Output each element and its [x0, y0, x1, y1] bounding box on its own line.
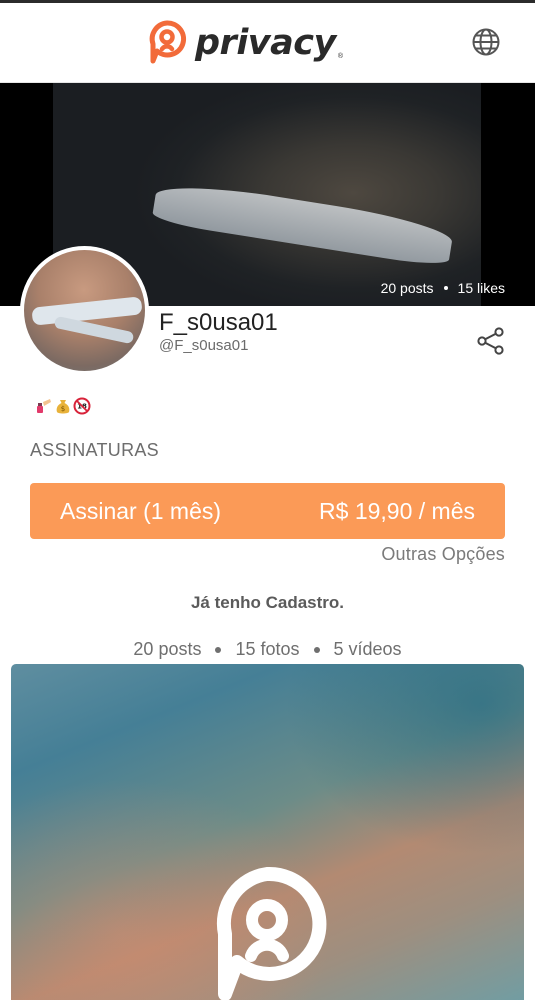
- cover-posts-count: 20 posts: [380, 280, 434, 296]
- videos-count[interactable]: 5 vídeos: [334, 639, 402, 660]
- subscribe-button[interactable]: Assinar (1 mês) R$ 19,90 / mês: [30, 483, 505, 539]
- separator-dot: [313, 646, 320, 653]
- bio-emojis: $ 18: [35, 397, 91, 415]
- registered-mark: ®: [337, 52, 343, 60]
- profile-display-name: F_s0usa01: [159, 309, 278, 336]
- other-options-link[interactable]: Outras Opções: [381, 544, 505, 565]
- privacy-logo[interactable]: privacy ®: [147, 19, 343, 67]
- globe-icon[interactable]: [470, 26, 502, 58]
- profile-handle: @F_s0usa01: [159, 337, 249, 354]
- separator-dot: [443, 286, 448, 290]
- locked-media-preview[interactable]: [11, 664, 524, 1000]
- subscribe-plan-label: Assinar (1 mês): [60, 497, 222, 524]
- cover-image-detail: [151, 177, 455, 269]
- avatar-image-detail-2: [53, 315, 135, 345]
- posts-count[interactable]: 20 posts: [133, 639, 201, 660]
- privacy-watermark-icon: [216, 866, 327, 1000]
- brand-name: privacy: [195, 22, 336, 63]
- money-bag-emoji: $: [56, 400, 70, 414]
- content-counts: 20 posts 15 fotos 5 vídeos: [0, 639, 535, 660]
- svg-text:$: $: [61, 405, 65, 413]
- photos-count[interactable]: 15 fotos: [235, 639, 299, 660]
- share-icon[interactable]: [476, 326, 506, 356]
- avatar-image-detail: [31, 296, 143, 326]
- separator-dot: [215, 646, 222, 653]
- already-registered-link[interactable]: Já tenho Cadastro.: [0, 593, 535, 613]
- no-one-under-18-emoji: 18: [73, 397, 91, 415]
- cover-stats: 20 posts 15 likes: [381, 280, 505, 296]
- top-header: privacy ®: [0, 3, 535, 83]
- nail-polish-emoji: [37, 399, 51, 413]
- profile-avatar[interactable]: [20, 246, 149, 375]
- cover-likes-count: 15 likes: [457, 280, 505, 296]
- privacy-logo-icon: [149, 20, 187, 64]
- subscribe-price-label: R$ 19,90 / mês: [319, 497, 475, 524]
- subscriptions-heading: ASSINATURAS: [30, 440, 159, 460]
